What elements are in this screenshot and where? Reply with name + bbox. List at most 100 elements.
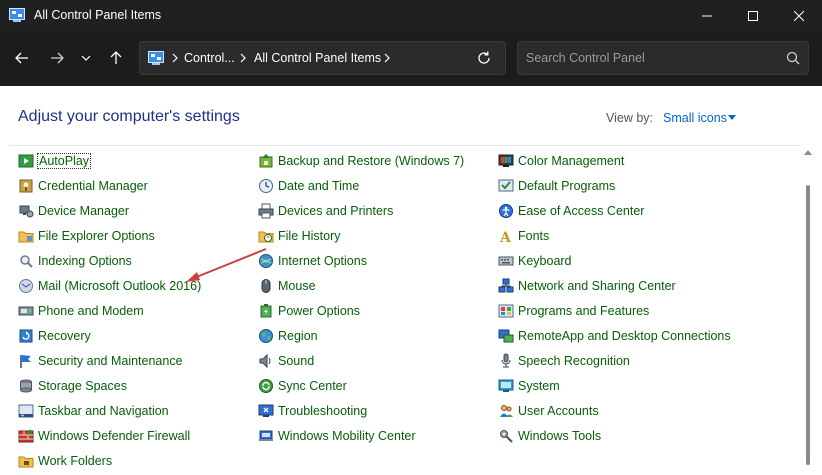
control-panel-item-label: Ease of Access Center xyxy=(518,204,645,218)
control-panel-item-label: Keyboard xyxy=(518,254,572,268)
breadcrumb-control-panel[interactable]: Control... xyxy=(184,51,235,65)
globe-icon xyxy=(259,254,273,268)
control-panel-item[interactable]: Device Manager xyxy=(18,202,129,220)
navigation-bar: Control... All Control Panel Items xyxy=(0,32,822,86)
control-panel-item[interactable]: Phone and Modem xyxy=(18,302,144,320)
control-panel-item[interactable]: Mouse xyxy=(258,277,316,295)
control-panel-item[interactable]: A Fonts xyxy=(498,227,549,245)
control-panel-item-label: Devices and Printers xyxy=(278,204,394,218)
search-icon[interactable] xyxy=(786,51,800,65)
printer-icon xyxy=(258,203,274,219)
region-icon xyxy=(259,329,273,343)
control-panel-item-label: Mouse xyxy=(278,279,316,293)
control-panel-item[interactable]: Region xyxy=(258,327,318,345)
control-panel-item-label: Taskbar and Navigation xyxy=(38,404,169,418)
scroll-up-arrow-icon[interactable] xyxy=(804,150,812,155)
control-panel-item[interactable]: Sync Center xyxy=(258,377,347,395)
control-panel-item[interactable]: Backup and Restore (Windows 7) xyxy=(258,152,464,170)
speaker-icon xyxy=(259,353,271,369)
minimize-button[interactable] xyxy=(684,0,730,32)
control-panel-item-label: File Explorer Options xyxy=(38,229,155,243)
taskbar-icon xyxy=(18,404,34,418)
control-panel-item-label: Region xyxy=(278,329,318,343)
control-panel-item[interactable]: Power Options xyxy=(258,302,360,320)
control-panel-item-label: Sound xyxy=(278,354,315,368)
control-panel-item-label: Storage Spaces xyxy=(38,379,127,393)
control-panel-item[interactable]: File History xyxy=(258,227,341,245)
users-icon xyxy=(500,405,513,417)
ease-of-access-icon xyxy=(499,204,513,218)
control-panel-item[interactable]: Security and Maintenance xyxy=(18,352,183,370)
control-panel-item-label: Backup and Restore (Windows 7) xyxy=(278,154,465,168)
phone-modem-icon xyxy=(18,306,34,316)
mail-icon xyxy=(19,279,33,293)
control-panel-item[interactable]: Troubleshooting xyxy=(258,402,367,420)
control-panel-item-label: Troubleshooting xyxy=(278,404,368,418)
search-box[interactable] xyxy=(517,41,809,75)
control-panel-item-label: Security and Maintenance xyxy=(38,354,183,368)
control-panel-item[interactable]: Windows Tools xyxy=(498,427,601,445)
maximize-icon xyxy=(748,11,758,21)
refresh-icon[interactable] xyxy=(475,49,493,67)
title-bar[interactable]: All Control Panel Items xyxy=(0,0,822,32)
control-panel-item[interactable]: Default Programs xyxy=(498,177,615,195)
control-panel-item-label: Default Programs xyxy=(518,179,616,193)
address-bar[interactable]: Control... All Control Panel Items xyxy=(139,41,506,75)
troubleshooting-icon xyxy=(258,404,274,417)
color-management-icon xyxy=(498,154,514,167)
svg-text:A: A xyxy=(499,230,512,244)
control-panel-item-label: Network and Sharing Center xyxy=(518,279,676,293)
control-panel-item[interactable]: Indexing Options xyxy=(18,252,132,270)
control-panel-item[interactable]: RemoteApp and Desktop Connections xyxy=(498,327,731,345)
control-panel-item[interactable]: AutoPlay xyxy=(18,152,92,170)
file-history-icon xyxy=(258,231,274,243)
control-panel-item[interactable]: Programs and Features xyxy=(498,302,649,320)
search-input[interactable] xyxy=(526,48,776,68)
control-panel-item[interactable]: Credential Manager xyxy=(18,177,148,195)
control-panel-item[interactable]: Storage Spaces xyxy=(18,377,127,395)
control-panel-item[interactable]: Color Management xyxy=(498,152,624,170)
control-panel-item[interactable]: Windows Mobility Center xyxy=(258,427,416,445)
view-by-label: View by: xyxy=(606,111,654,125)
control-panel-item-label: Windows Defender Firewall xyxy=(38,429,191,443)
control-panel-item[interactable]: Keyboard xyxy=(498,252,572,270)
control-panel-item[interactable]: Network and Sharing Center xyxy=(498,277,676,295)
view-by-dropdown[interactable]: Small icons xyxy=(663,111,727,125)
control-panel-item[interactable]: Sound xyxy=(258,352,314,370)
control-panel-item[interactable]: Taskbar and Navigation xyxy=(18,402,169,420)
back-button[interactable] xyxy=(10,46,34,70)
window-title: All Control Panel Items xyxy=(34,8,162,22)
breadcrumb-chevron-icon xyxy=(384,53,390,63)
recent-locations-button[interactable] xyxy=(76,46,96,70)
backup-icon xyxy=(259,154,273,168)
control-panel-item-label: AutoPlay xyxy=(36,153,92,169)
maximize-button[interactable] xyxy=(730,0,776,32)
control-panel-item[interactable]: Mail (Microsoft Outlook 2016) xyxy=(18,277,201,295)
control-panel-item[interactable]: File Explorer Options xyxy=(18,227,155,245)
control-panel-item[interactable]: Devices and Printers xyxy=(258,202,393,220)
control-panel-item[interactable]: User Accounts xyxy=(498,402,599,420)
control-panel-item[interactable]: Ease of Access Center xyxy=(498,202,644,220)
network-icon xyxy=(498,278,514,293)
up-button[interactable] xyxy=(104,46,128,70)
control-panel-item[interactable]: Internet Options xyxy=(258,252,367,270)
control-panel-item[interactable]: Date and Time xyxy=(258,177,359,195)
scrollbar-thumb[interactable] xyxy=(806,185,810,465)
control-panel-item[interactable]: Work Folders xyxy=(18,452,112,470)
system-icon xyxy=(498,379,514,392)
vertical-scrollbar[interactable] xyxy=(801,147,815,472)
control-panel-item-label: Color Management xyxy=(518,154,625,168)
caret-down-icon[interactable] xyxy=(728,115,736,120)
device-manager-icon xyxy=(19,205,34,218)
control-panel-item-label: Date and Time xyxy=(278,179,360,193)
control-panel-item[interactable]: Speech Recognition xyxy=(498,352,630,370)
control-panel-item[interactable]: Recovery xyxy=(18,327,91,345)
forward-button[interactable] xyxy=(45,46,69,70)
control-panel-item[interactable]: Windows Defender Firewall xyxy=(18,427,190,445)
control-panel-item[interactable]: System xyxy=(498,377,560,395)
breadcrumb-all-items[interactable]: All Control Panel Items xyxy=(254,51,381,65)
close-button[interactable] xyxy=(776,0,822,32)
arrow-left-icon xyxy=(15,52,28,64)
breadcrumb-chevron-icon xyxy=(240,53,246,63)
control-panel-item-label: Internet Options xyxy=(278,254,367,268)
